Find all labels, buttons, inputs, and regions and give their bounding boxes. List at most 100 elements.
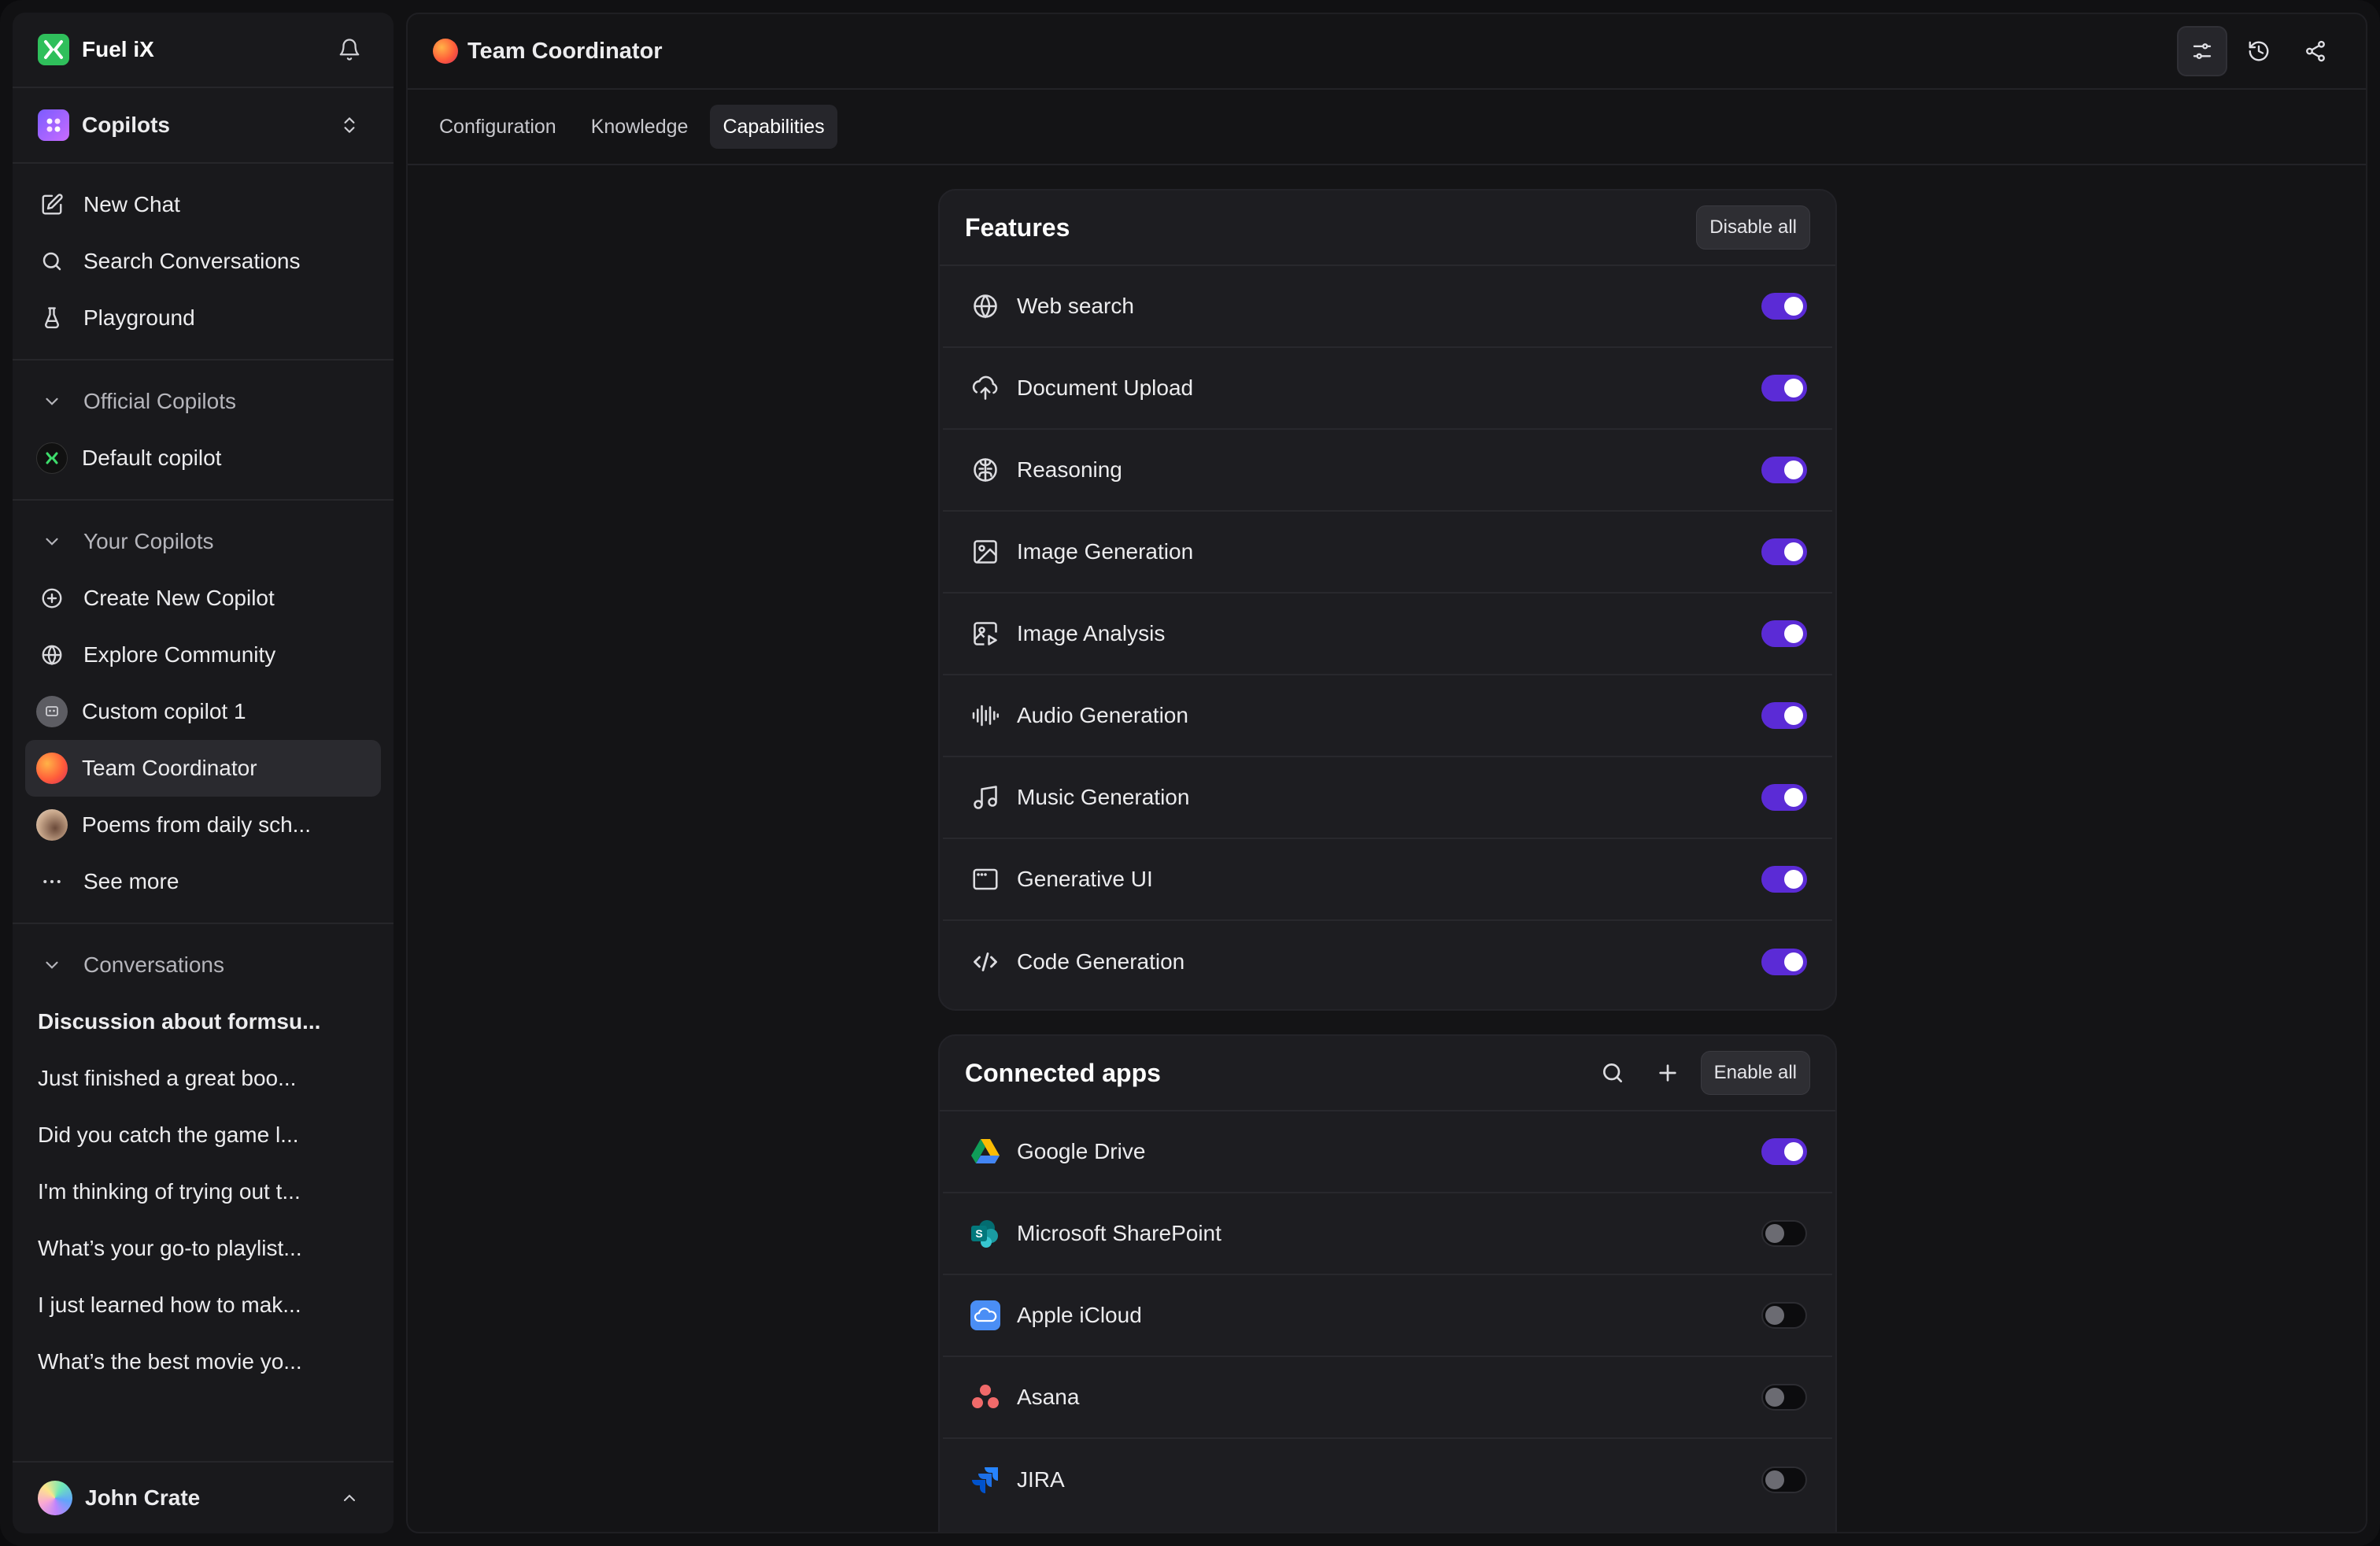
code-generation-toggle[interactable] <box>1761 949 1807 975</box>
poems-copilot-label: Poems from daily sch... <box>82 812 311 837</box>
sharepoint-toggle[interactable] <box>1761 1220 1807 1247</box>
feature-row-image-analysis: Image Analysis <box>943 594 1832 675</box>
feature-row-audio-generation: Audio Generation <box>943 675 1832 757</box>
feature-label: Code Generation <box>1017 949 1185 974</box>
feature-row-music-generation: Music Generation <box>943 757 1832 839</box>
history-icon <box>2249 41 2269 61</box>
feature-label: Generative UI <box>1017 867 1153 891</box>
conversation-item[interactable]: Just finished a great boo... <box>13 1050 394 1107</box>
plus-icon[interactable] <box>1646 1051 1690 1095</box>
image-icon <box>968 534 1003 569</box>
chevron-down-icon <box>38 527 66 556</box>
page-title: Team Coordinator <box>468 38 663 64</box>
see-more-label: See more <box>83 869 179 893</box>
see-more-button[interactable]: See more <box>25 853 381 910</box>
primary-nav: New Chat Search Conversations Playground <box>13 164 394 361</box>
copilots-label: Copilots <box>82 113 170 137</box>
chevron-down-icon <box>38 387 66 416</box>
explore-community-button[interactable]: Explore Community <box>25 627 381 683</box>
feature-label: Image Generation <box>1017 539 1194 564</box>
asana-icon <box>968 1380 1003 1415</box>
brand-name: Fuel iX <box>82 37 154 61</box>
app-row-apple-icloud: Apple iCloud <box>943 1275 1832 1357</box>
jira-toggle[interactable] <box>1761 1466 1807 1493</box>
your-copilots-section: Your Copilots Create New Copilot Explore… <box>13 501 394 924</box>
image-generation-toggle[interactable] <box>1761 538 1807 565</box>
official-copilots-header: Official Copilots <box>83 389 237 413</box>
features-title: Features <box>965 213 1070 242</box>
feature-label: Web search <box>1017 294 1134 318</box>
chevron-up-icon[interactable] <box>331 1479 368 1517</box>
features-header: Features Disable all <box>940 190 1835 266</box>
copilot-poems[interactable]: Poems from daily sch... <box>25 797 381 853</box>
feature-label: Image Analysis <box>1017 621 1166 645</box>
feature-row-code-generation: Code Generation <box>943 921 1832 1003</box>
copilots-switcher[interactable]: Copilots <box>13 88 394 164</box>
audio-generation-toggle[interactable] <box>1761 702 1807 729</box>
top-bar: Team Coordinator <box>408 14 2366 90</box>
connected-apps-card: Connected apps Enable all Google Drive S… <box>938 1034 1837 1532</box>
conversation-item[interactable]: I'm thinking of trying out t... <box>13 1163 394 1220</box>
disable-all-button[interactable]: Disable all <box>1696 205 1810 250</box>
copilot-custom-1[interactable]: Custom copilot 1 <box>25 683 381 740</box>
more-icon <box>38 867 66 896</box>
history-button[interactable] <box>2234 26 2284 76</box>
feature-label: Audio Generation <box>1017 703 1188 727</box>
official-copilots-toggle[interactable]: Official Copilots <box>25 373 381 430</box>
bell-icon[interactable] <box>331 31 368 68</box>
your-copilots-toggle[interactable]: Your Copilots <box>25 513 381 570</box>
team-coordinator-avatar <box>36 753 68 784</box>
image-analysis-toggle[interactable] <box>1761 620 1807 647</box>
your-copilots-header: Your Copilots <box>83 529 214 553</box>
feature-label: Music Generation <box>1017 785 1190 809</box>
search-icon[interactable] <box>1591 1051 1635 1095</box>
search-conversations-label: Search Conversations <box>83 249 301 273</box>
tab-configuration[interactable]: Configuration <box>427 105 569 149</box>
create-new-copilot-button[interactable]: Create New Copilot <box>25 570 381 627</box>
conversation-item[interactable]: Discussion about formsu... <box>13 993 394 1050</box>
copilot-team-coordinator[interactable]: Team Coordinator <box>25 740 381 797</box>
music-note-icon <box>968 780 1003 815</box>
feature-label: Reasoning <box>1017 457 1122 482</box>
web-search-toggle[interactable] <box>1761 293 1807 320</box>
image-play-icon <box>968 616 1003 651</box>
poems-copilot-avatar <box>36 809 68 841</box>
conversation-item[interactable]: What’s the best movie yo... <box>13 1333 394 1390</box>
main-panel: Team Coordinator Configuration Knowledge… <box>406 13 2367 1533</box>
music-generation-toggle[interactable] <box>1761 784 1807 811</box>
icloud-toggle[interactable] <box>1761 1302 1807 1329</box>
google-drive-toggle[interactable] <box>1761 1138 1807 1165</box>
tab-bar: Configuration Knowledge Capabilities <box>408 90 2366 165</box>
brain-icon <box>968 453 1003 487</box>
tab-knowledge[interactable]: Knowledge <box>578 105 701 149</box>
document-upload-toggle[interactable] <box>1761 375 1807 401</box>
tab-capabilities[interactable]: Capabilities <box>710 105 837 149</box>
connected-apps-header: Connected apps Enable all <box>940 1036 1835 1111</box>
generative-ui-toggle[interactable] <box>1761 866 1807 893</box>
conversations-toggle[interactable]: Conversations <box>25 937 381 993</box>
playground-button[interactable]: Playground <box>25 290 381 346</box>
feature-row-document-upload: Document Upload <box>943 348 1832 430</box>
user-menu[interactable]: John Crate <box>13 1461 394 1533</box>
sharepoint-icon: S <box>968 1216 1003 1251</box>
default-copilot-avatar <box>36 442 68 474</box>
enable-all-button[interactable]: Enable all <box>1700 1051 1810 1095</box>
new-chat-button[interactable]: New Chat <box>25 176 381 233</box>
create-new-copilot-label: Create New Copilot <box>83 586 275 610</box>
audio-wave-icon <box>968 698 1003 733</box>
custom-copilot-label: Custom copilot 1 <box>82 699 246 723</box>
search-conversations-button[interactable]: Search Conversations <box>25 233 381 290</box>
share-icon <box>2306 40 2325 62</box>
settings-sliders-button[interactable] <box>2177 26 2227 76</box>
connected-apps-title: Connected apps <box>965 1058 1161 1087</box>
conversation-item[interactable]: Did you catch the game l... <box>13 1107 394 1163</box>
chevron-up-down-icon[interactable] <box>331 106 368 144</box>
reasoning-toggle[interactable] <box>1761 457 1807 483</box>
copilot-default[interactable]: Default copilot <box>25 430 381 486</box>
conversation-item[interactable]: What’s your go-to playlist... <box>13 1220 394 1277</box>
asana-toggle[interactable] <box>1761 1384 1807 1411</box>
team-coordinator-avatar <box>433 39 458 64</box>
conversation-item[interactable]: I just learned how to mak... <box>13 1277 394 1333</box>
default-copilot-label: Default copilot <box>82 446 222 470</box>
share-button[interactable] <box>2290 26 2341 76</box>
